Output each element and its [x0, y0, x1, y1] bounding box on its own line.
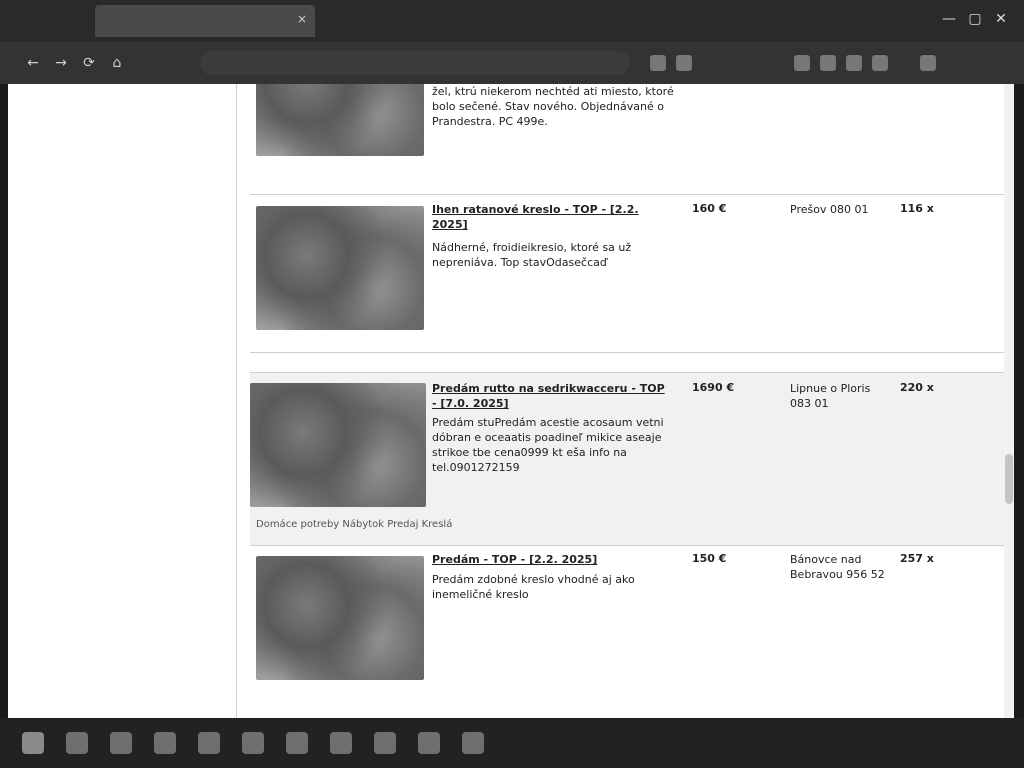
- listing-description: Nádherné, froidieikresio, ktoré sa už ne…: [432, 241, 632, 269]
- listing-item[interactable]: Ihen ratanové kreslo - TOP - [2.2. 2025]…: [250, 202, 1010, 353]
- taskbar: [0, 718, 1024, 768]
- listing-image[interactable]: [256, 206, 424, 330]
- home-icon[interactable]: ⌂: [108, 54, 126, 72]
- minimize-icon[interactable]: —: [940, 10, 958, 28]
- photos-icon[interactable]: [462, 732, 484, 754]
- maximize-icon[interactable]: ▢: [966, 10, 984, 28]
- browser-tab-bar: × — ▢ ✕: [0, 0, 1024, 42]
- listing-location: Prešov 080 01: [790, 203, 869, 216]
- settings-icon[interactable]: [286, 732, 308, 754]
- listing-distance: 116 x: [900, 202, 934, 215]
- listing-image[interactable]: [256, 556, 424, 680]
- folder-icon[interactable]: [330, 732, 352, 754]
- listing-price: 1690 €: [692, 381, 735, 394]
- listing-description: žel, ktrú niekerom nechtéd ati miesto, k…: [432, 85, 674, 128]
- listing-description: Predám zdobné kreslo vhodné aj ako ineme…: [432, 573, 635, 601]
- extension-icon[interactable]: [650, 55, 666, 71]
- listing-image[interactable]: [256, 84, 424, 156]
- listing-price: 150 €: [692, 552, 727, 565]
- divider: [236, 84, 237, 718]
- browser-icon[interactable]: [154, 732, 176, 754]
- address-bar[interactable]: [200, 51, 630, 75]
- back-icon[interactable]: ←: [24, 54, 42, 72]
- listing-title[interactable]: Predám rutto na sedrikwacceru - TOP - [7…: [432, 381, 672, 411]
- listing-price: 160 €: [692, 202, 727, 215]
- start-icon[interactable]: [22, 732, 44, 754]
- media-icon[interactable]: [374, 732, 396, 754]
- listing-distance: 257 x: [900, 552, 934, 565]
- close-window-icon[interactable]: ✕: [992, 10, 1010, 28]
- scrollbar-thumb[interactable]: [1005, 454, 1013, 504]
- listing-location: Bánovce nad Bebravou 956 52: [790, 553, 885, 581]
- file-explorer-icon[interactable]: [110, 732, 132, 754]
- listing-image[interactable]: [250, 383, 426, 507]
- listing-title[interactable]: Ihen ratanové kreslo - TOP - [2.2. 2025]: [432, 202, 672, 232]
- mail-icon[interactable]: [242, 732, 264, 754]
- listing-description: Predám stuPredám acestie acosaum vetni d…: [432, 416, 664, 474]
- browser-tab[interactable]: ×: [95, 5, 315, 37]
- category-links[interactable]: Domáce potreby Nábytok Predaj Kreslá: [256, 519, 996, 530]
- listing-item-highlighted[interactable]: Predám rutto na sedrikwacceru - TOP - [7…: [250, 372, 1010, 546]
- listing-item[interactable]: Predám - TOP - [2.2. 2025] Predám zdobné…: [250, 552, 1010, 702]
- store-icon[interactable]: [198, 732, 220, 754]
- page-viewport: žel, ktrú niekerom nechtéd ati miesto, k…: [8, 84, 1014, 718]
- chat-icon[interactable]: [418, 732, 440, 754]
- reload-icon[interactable]: ⟳: [80, 54, 98, 72]
- menu-icon[interactable]: [920, 55, 936, 71]
- listing-item[interactable]: žel, ktrú niekerom nechtéd ati miesto, k…: [250, 84, 1010, 195]
- left-column: [8, 84, 236, 718]
- forward-icon[interactable]: →: [52, 54, 70, 72]
- listing-location: Lipnue o Ploris 083 01: [790, 382, 871, 410]
- search-icon[interactable]: [66, 732, 88, 754]
- profile-icon[interactable]: [872, 55, 888, 71]
- listing-distance: 220 x: [900, 381, 934, 394]
- extension-icon[interactable]: [820, 55, 836, 71]
- extension-icon[interactable]: [676, 55, 692, 71]
- scrollbar[interactable]: [1004, 84, 1014, 718]
- extension-icon[interactable]: [794, 55, 810, 71]
- listing-title[interactable]: Predám - TOP - [2.2. 2025]: [432, 552, 672, 567]
- extension-icon[interactable]: [846, 55, 862, 71]
- browser-nav-bar: ← → ⟳ ⌂: [0, 42, 1024, 84]
- tab-close-icon[interactable]: ×: [297, 12, 307, 26]
